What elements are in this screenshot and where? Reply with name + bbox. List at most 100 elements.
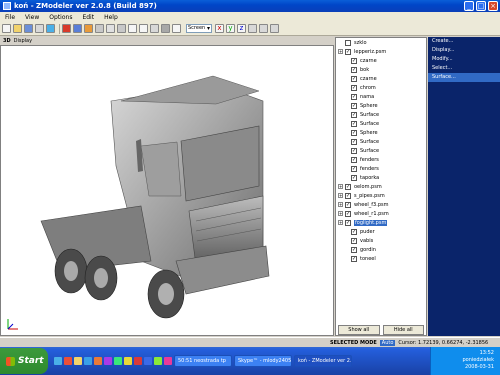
render-icon[interactable] [161, 24, 170, 33]
import-icon[interactable] [35, 24, 44, 33]
visibility-checkbox[interactable]: ✓ [345, 210, 351, 217]
scene-item[interactable]: + ✓ s_pipes.psm [336, 191, 426, 200]
scene-item[interactable]: + ✓ oelom.psm [336, 182, 426, 191]
scene-item[interactable]: ✓ fenders [336, 155, 426, 164]
scene-item[interactable]: ✓ Surface [336, 110, 426, 119]
new-icon[interactable] [2, 24, 11, 33]
quick-launch-icon[interactable] [114, 357, 122, 365]
quick-launch-icon[interactable] [84, 357, 92, 365]
export-icon[interactable] [46, 24, 55, 33]
visibility-checkbox[interactable]: ✓ [351, 57, 357, 64]
quick-launch-icon[interactable] [64, 357, 72, 365]
scene-item[interactable]: ✓ czarne [336, 74, 426, 83]
zoom-icon[interactable] [270, 24, 279, 33]
open-icon[interactable] [13, 24, 22, 33]
quick-launch-icon[interactable] [144, 357, 152, 365]
visibility-checkbox[interactable]: ✓ [351, 246, 357, 253]
visibility-checkbox[interactable]: ✓ [351, 174, 357, 181]
task-button-neostrada[interactable]: 50:51 neostrada tp [174, 355, 232, 367]
scene-item[interactable]: + ✓ foglight.psm [336, 218, 426, 227]
maximize-button[interactable]: □ [476, 1, 486, 11]
scene-item[interactable]: ✓ vabis [336, 236, 426, 245]
command-item[interactable]: Select... [428, 64, 500, 73]
quick-launch-icon[interactable] [54, 357, 62, 365]
quick-launch-icon[interactable] [134, 357, 142, 365]
menu-edit[interactable]: Edit [77, 14, 99, 21]
command-item[interactable]: Create... [428, 37, 500, 46]
scene-item[interactable]: ✓ czarne [336, 56, 426, 65]
scene-item[interactable]: ✓ Surface [336, 137, 426, 146]
scene-item[interactable]: + ✓ wheel_r1.psm [336, 209, 426, 218]
visibility-checkbox[interactable]: ✓ [351, 111, 357, 118]
visibility-checkbox[interactable]: ✓ [345, 183, 351, 190]
view-side-icon[interactable] [139, 24, 148, 33]
scene-item[interactable]: + ✓ wheel_f3.psm [336, 200, 426, 209]
expand-icon[interactable]: + [338, 220, 343, 225]
tool-icon[interactable] [84, 24, 93, 33]
scene-item[interactable]: ✓ Sphere [336, 101, 426, 110]
visibility-checkbox[interactable]: ✓ [351, 84, 357, 91]
expand-icon[interactable]: + [338, 211, 343, 216]
expand-icon[interactable]: + [338, 49, 343, 54]
visibility-checkbox[interactable]: ✓ [345, 192, 351, 199]
scene-item[interactable]: szklo [336, 38, 426, 47]
scene-item[interactable]: ✓ chrom [336, 83, 426, 92]
command-item[interactable]: Modify... [428, 55, 500, 64]
visibility-checkbox[interactable]: ✓ [351, 156, 357, 163]
wireframe-icon[interactable] [150, 24, 159, 33]
visibility-checkbox[interactable]: ✓ [351, 120, 357, 127]
scene-item[interactable]: ✓ Surface [336, 119, 426, 128]
visibility-checkbox[interactable]: ✓ [351, 138, 357, 145]
expand-icon[interactable]: + [338, 193, 343, 198]
show-all-button[interactable]: Show all [338, 325, 380, 335]
visibility-checkbox[interactable]: ✓ [351, 93, 357, 100]
menu-file[interactable]: File [0, 14, 20, 21]
clock[interactable]: 13:52 poniedziałek 2008-03-31 [462, 350, 494, 371]
quick-launch-icon[interactable] [94, 357, 102, 365]
menu-view[interactable]: View [20, 14, 44, 21]
globe-icon[interactable] [73, 24, 82, 33]
command-item[interactable]: Display... [428, 46, 500, 55]
visibility-checkbox[interactable]: ✓ [351, 66, 357, 73]
grid-icon[interactable] [172, 24, 181, 33]
visibility-checkbox[interactable]: ✓ [351, 75, 357, 82]
visibility-checkbox[interactable]: ✓ [351, 129, 357, 136]
scene-item[interactable]: ✓ taporka [336, 173, 426, 182]
start-button[interactable]: Start [0, 348, 48, 374]
expand-icon[interactable]: + [338, 202, 343, 207]
viewport-3d[interactable] [0, 45, 334, 336]
visibility-checkbox[interactable]: ✓ [345, 201, 351, 208]
scene-item[interactable]: + ✓ lepperiz.psm [336, 47, 426, 56]
scene-item[interactable]: ✓ gordin [336, 245, 426, 254]
scene-item[interactable]: ✓ fenders [336, 164, 426, 173]
axis-x-icon[interactable]: x [215, 24, 224, 33]
task-button-zmodeler[interactable]: koń - ZModeler ver 2... [294, 355, 352, 367]
expand-icon[interactable]: + [338, 184, 343, 189]
axis-z-icon[interactable]: z [237, 24, 246, 33]
menu-options[interactable]: Options [44, 14, 77, 21]
quick-launch-icon[interactable] [124, 357, 132, 365]
stop-icon[interactable] [62, 24, 71, 33]
scene-item[interactable]: ✓ bok [336, 65, 426, 74]
scene-item[interactable]: ✓ Sphere [336, 128, 426, 137]
scene-item[interactable]: ✓ puder [336, 227, 426, 236]
move-icon[interactable] [95, 24, 104, 33]
quick-launch-icon[interactable] [154, 357, 162, 365]
view-select[interactable]: Screen [186, 24, 212, 33]
visibility-checkbox[interactable]: ✓ [351, 228, 357, 235]
scene-item[interactable]: ✓ toneel [336, 254, 426, 263]
scene-item[interactable]: ✓ Surface [336, 146, 426, 155]
scale-icon[interactable] [117, 24, 126, 33]
quick-launch-icon[interactable] [164, 357, 172, 365]
axis-y-icon[interactable]: y [226, 24, 235, 33]
visibility-checkbox[interactable]: ✓ [351, 237, 357, 244]
visibility-checkbox[interactable]: ✓ [351, 255, 357, 262]
visibility-checkbox[interactable]: ✓ [351, 147, 357, 154]
visibility-checkbox[interactable]: ✓ [345, 219, 351, 226]
visibility-checkbox[interactable]: ✓ [351, 102, 357, 109]
light-icon[interactable] [259, 24, 268, 33]
save-icon[interactable] [24, 24, 33, 33]
scene-item[interactable]: ✓ nama [336, 92, 426, 101]
camera-icon[interactable] [248, 24, 257, 33]
visibility-checkbox[interactable]: ✓ [351, 165, 357, 172]
